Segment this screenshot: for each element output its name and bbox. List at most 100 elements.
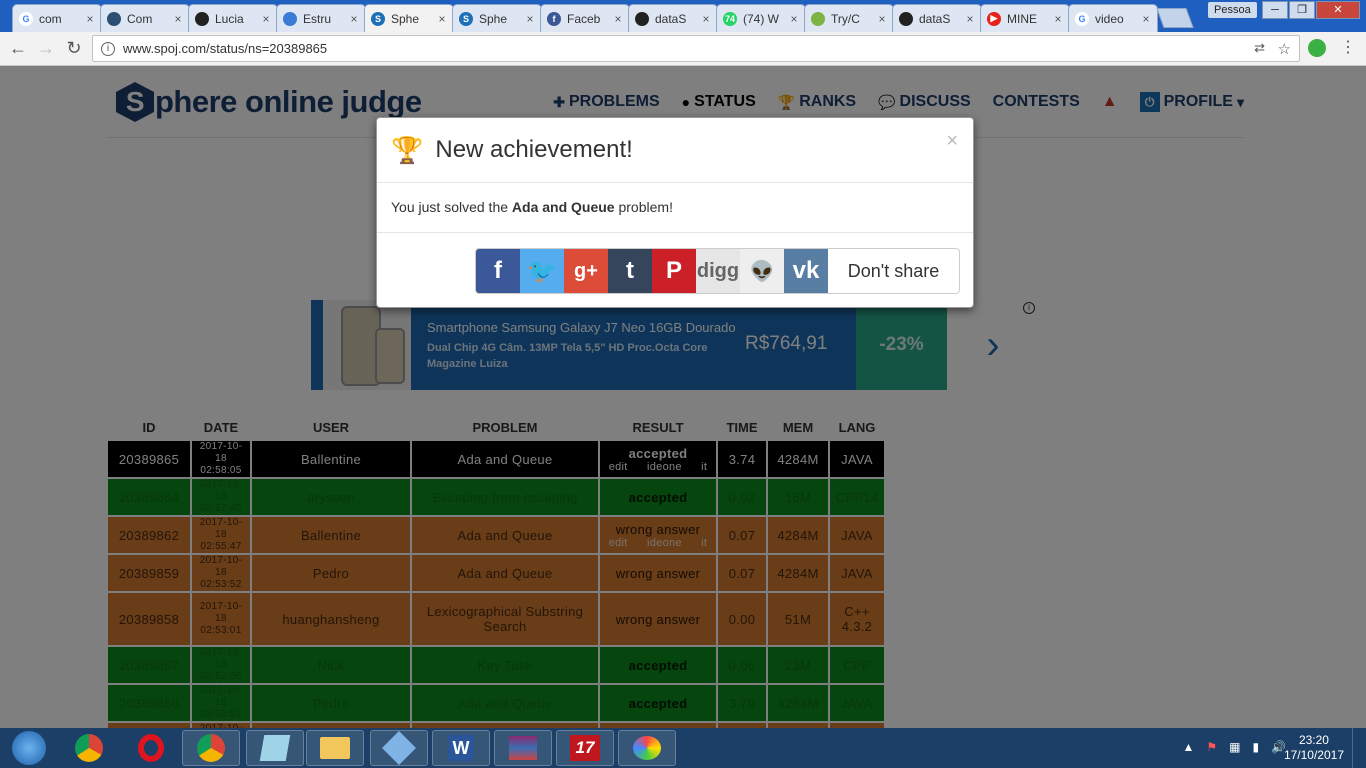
flag-icon[interactable]: ⚑ — [1206, 740, 1217, 754]
twitter-share-button[interactable]: 🐦 — [520, 249, 564, 293]
device-icon[interactable]: ▦ — [1229, 740, 1240, 754]
clock-time: 23:20 — [1298, 733, 1329, 747]
tab-favicon-icon — [811, 11, 825, 26]
tab-favicon-icon — [635, 11, 649, 26]
show-hidden-icons-icon[interactable]: ▲ — [1182, 740, 1194, 754]
taskbar-chrome[interactable] — [60, 730, 118, 766]
folder-icon — [320, 737, 350, 759]
menu-icon[interactable]: ⋮ — [1336, 36, 1360, 60]
tab-label: MINE — [1007, 11, 1037, 26]
clock-date: 17/10/2017 — [1283, 748, 1344, 762]
url-text: www.spoj.com/status/ns=20389865 — [123, 41, 328, 56]
browser-tab[interactable]: f Faceb × — [540, 4, 630, 32]
tab-close-icon[interactable]: × — [83, 12, 97, 26]
browser-tab[interactable]: Estru × — [276, 4, 366, 32]
browser-tab[interactable]: S Sphe × — [364, 4, 454, 32]
tab-close-icon[interactable]: × — [1139, 12, 1153, 26]
browser-tab[interactable]: Com × — [100, 4, 190, 32]
taskbar-notepad[interactable] — [246, 730, 304, 766]
winrar-icon — [509, 736, 537, 760]
tab-close-icon[interactable]: × — [523, 12, 537, 26]
new-tab-button[interactable] — [1156, 8, 1194, 28]
tab-close-icon[interactable]: × — [875, 12, 889, 26]
translate-icon[interactable]: ⇄ — [1254, 40, 1265, 56]
tab-favicon-icon: G — [1075, 11, 1089, 26]
trophy-icon: 🏆 — [391, 134, 424, 165]
tab-close-icon[interactable]: × — [259, 12, 273, 26]
problem-name: Ada and Queue — [511, 199, 615, 215]
tab-label: dataS — [919, 11, 951, 26]
tab-favicon-icon: ▶ — [987, 11, 1001, 26]
reddit-share-button[interactable]: 👽 — [740, 249, 784, 293]
close-icon[interactable]: × — [946, 130, 958, 153]
clock[interactable]: 23:20 17/10/2017 — [1284, 733, 1344, 763]
share-buttons: f 🐦 g+ t Pdigg 👽 vk Don't share — [475, 248, 960, 294]
tab-favicon-icon — [899, 11, 913, 26]
dont-share-button[interactable]: Don't share — [828, 249, 959, 293]
taskbar-opera[interactable] — [122, 730, 180, 766]
bookmark-star-icon[interactable]: ☆ — [1278, 40, 1291, 58]
tab-label: (74) W — [743, 11, 779, 26]
browser-tab[interactable]: Gvideo × — [1068, 4, 1158, 32]
tab-close-icon[interactable]: × — [787, 12, 801, 26]
tab-label: Estru — [303, 11, 332, 26]
taskbar-word[interactable]: W — [432, 730, 490, 766]
browser-tab[interactable]: ▶ MINE × — [980, 4, 1070, 32]
taskbar-explorer[interactable] — [306, 730, 364, 766]
extension-icon[interactable] — [1308, 39, 1326, 57]
body-text: problem! — [614, 199, 673, 215]
browser-tab[interactable]: Try/C × — [804, 4, 894, 32]
system-tray: ▲ ⚑ ▦ ▮ 🔊 — [1182, 740, 1286, 754]
back-icon[interactable]: ← — [6, 36, 30, 60]
modal-title: New achievement! — [435, 136, 633, 163]
browser-tab[interactable]: S Sphe × — [452, 4, 542, 32]
tab-label: dataS — [655, 11, 687, 26]
tab-label: video — [1095, 11, 1124, 26]
windows-logo-icon — [12, 731, 46, 765]
profile-label[interactable]: Pessoa — [1208, 2, 1257, 18]
reload-icon[interactable]: ↻ — [62, 36, 86, 60]
tab-close-icon[interactable]: × — [347, 12, 361, 26]
digg-share-button[interactable]: digg — [696, 249, 740, 293]
tab-close-icon[interactable]: × — [1051, 12, 1065, 26]
taskbar-paint[interactable] — [618, 730, 676, 766]
browser-tab[interactable]: 74 (74) W × — [716, 4, 806, 32]
browser-tab[interactable]: dataS × — [892, 4, 982, 32]
start-button[interactable] — [0, 730, 58, 766]
tab-close-icon[interactable]: × — [171, 12, 185, 26]
taskbar-chrome-active[interactable] — [182, 730, 240, 766]
notepad-icon — [259, 735, 291, 761]
tab-favicon-icon: S — [371, 11, 385, 26]
window-close-button[interactable]: ✕ — [1316, 1, 1360, 19]
tab-favicon-icon — [195, 11, 209, 26]
opera-icon — [138, 734, 164, 762]
word-icon: W — [448, 735, 474, 761]
taskbar-app-17[interactable]: 17 — [556, 730, 614, 766]
browser-tab[interactable]: Lucia × — [188, 4, 278, 32]
forward-icon[interactable]: → — [34, 36, 58, 60]
show-desktop-button[interactable] — [1352, 728, 1366, 768]
tab-close-icon[interactable]: × — [963, 12, 977, 26]
taskbar-virtualbox[interactable] — [370, 730, 428, 766]
tumblr-share-button[interactable]: t — [608, 249, 652, 293]
facebook-share-button[interactable]: f — [476, 249, 520, 293]
signal-icon[interactable]: ▮ — [1252, 740, 1259, 754]
maximize-button[interactable]: ❐ — [1289, 1, 1315, 19]
googleplus-share-button[interactable]: g+ — [564, 249, 608, 293]
pinterest-share-button[interactable]: P — [652, 249, 696, 293]
windows-taskbar: W 17 ▲ ⚑ ▦ ▮ 🔊 23:20 17/10/2017 — [0, 728, 1366, 768]
tab-close-icon[interactable]: × — [699, 12, 713, 26]
info-icon[interactable]: i — [101, 41, 115, 56]
app17-icon: 17 — [570, 735, 600, 761]
browser-tab[interactable]: dataS × — [628, 4, 718, 32]
browser-tab[interactable]: Gcom × — [12, 4, 102, 32]
vk-share-button[interactable]: vk — [784, 249, 828, 293]
address-bar[interactable]: i www.spoj.com/status/ns=20389865 ☆ ⇄ — [92, 35, 1300, 62]
taskbar-winrar[interactable] — [494, 730, 552, 766]
body-text: You just solved the — [391, 199, 512, 215]
minimize-button[interactable]: ─ — [1262, 1, 1288, 19]
tab-close-icon[interactable]: × — [611, 12, 625, 26]
tab-close-icon[interactable]: × — [435, 12, 449, 26]
paint-icon — [633, 736, 661, 760]
modal-body: You just solved the Ada and Queue proble… — [377, 183, 973, 233]
